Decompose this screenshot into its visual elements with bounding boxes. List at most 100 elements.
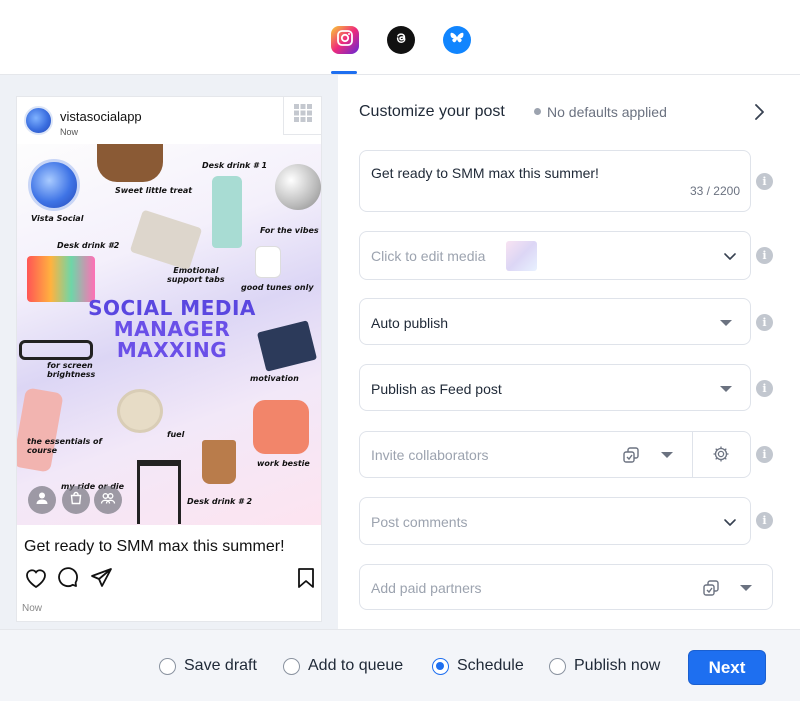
cans-graphic — [27, 256, 95, 302]
media-selector[interactable]: Click to edit media — [359, 231, 751, 280]
caret-down-icon[interactable] — [661, 452, 673, 458]
field-divider — [692, 432, 693, 477]
image-label-vista-social: Vista Social — [31, 214, 84, 223]
bluesky-icon — [449, 30, 465, 51]
info-icon[interactable]: i — [756, 173, 773, 190]
customize-title: Customize your post — [359, 103, 505, 120]
publish-type-value: Publish as Feed post — [371, 381, 502, 397]
caption-text[interactable]: Get ready to SMM max this summer! — [371, 165, 599, 181]
tab-threads[interactable] — [387, 26, 415, 54]
tumbler-graphic — [212, 176, 242, 248]
image-label-good-tunes: good tunes only — [241, 283, 314, 292]
defaults-status: No defaults applied — [534, 104, 667, 120]
image-headline: SOCIAL MEDIA MANAGER MAXXING — [77, 298, 267, 361]
chevron-down-icon[interactable] — [722, 514, 738, 535]
radio-save-draft[interactable] — [159, 657, 176, 675]
info-icon[interactable]: i — [756, 446, 773, 463]
heart-icon[interactable] — [24, 567, 48, 594]
comments-placeholder: Post comments — [371, 514, 468, 530]
info-icon[interactable]: i — [756, 380, 773, 397]
headline-line-2: MANAGER — [113, 317, 231, 341]
image-label-work-bestie: work bestie — [257, 459, 310, 468]
instagram-icon — [336, 29, 354, 52]
work-bestie-graphic — [253, 400, 309, 454]
option-add-to-queue[interactable]: Add to queue — [283, 657, 403, 675]
radio-schedule[interactable] — [432, 657, 449, 675]
shopping-tag-button[interactable] — [62, 486, 90, 514]
vista-social-logo — [28, 159, 80, 211]
image-label-desk-drink-2a: Desk drink #2 — [57, 241, 120, 250]
option-save-draft[interactable]: Save draft — [159, 657, 257, 675]
shopping-bag-icon — [69, 491, 83, 510]
partners-placeholder: Add paid partners — [371, 580, 482, 596]
publish-mode-select[interactable]: Auto publish — [359, 298, 751, 345]
caret-down-icon[interactable] — [720, 320, 732, 326]
threads-icon — [393, 30, 409, 51]
preview-username: vistasocialapp — [60, 109, 142, 124]
defaults-status-text: No defaults applied — [547, 104, 667, 120]
option-label: Save draft — [184, 657, 257, 674]
preview-time: Now — [60, 127, 79, 137]
avatar — [24, 106, 53, 135]
headline-line-1: SOCIAL MEDIA — [88, 296, 256, 320]
publish-type-select[interactable]: Publish as Feed post — [359, 364, 751, 411]
image-label-motivation: motivation — [250, 374, 299, 383]
airpods-graphic — [255, 246, 281, 278]
option-label: Publish now — [574, 657, 661, 674]
publish-mode-value: Auto publish — [371, 315, 449, 331]
info-icon[interactable]: i — [756, 314, 773, 331]
active-tab-indicator — [331, 71, 357, 74]
people-icon — [100, 491, 116, 510]
headline-line-3: MAXXING — [116, 338, 228, 362]
image-label-fuel: fuel — [167, 430, 185, 439]
radio-add-to-queue[interactable] — [283, 657, 300, 675]
info-icon[interactable]: i — [756, 512, 773, 529]
laptop-graphic — [129, 209, 203, 271]
phone-graphic — [17, 387, 64, 473]
comment-icon[interactable] — [56, 567, 80, 594]
disco-ball-graphic — [275, 164, 321, 210]
caret-down-icon[interactable] — [720, 386, 732, 392]
image-label-essentials: the essentials of course — [27, 437, 103, 455]
bookmark-icon[interactable] — [296, 567, 316, 594]
tab-bluesky[interactable] — [443, 26, 471, 54]
post-image: Vista Social Sweet little treat Desk dri… — [17, 144, 321, 525]
instagram-post-preview: vistasocialapp Now Vista Social Sweet li… — [16, 96, 322, 622]
character-counter: 33 / 2200 — [689, 184, 740, 198]
image-label-screen-brightness: for screen brightness — [47, 361, 96, 379]
caption-input[interactable]: Get ready to SMM max this summer! 33 / 2… — [359, 150, 751, 212]
toast-graphic — [117, 389, 163, 433]
tripod-graphic — [137, 460, 181, 524]
chevron-down-icon[interactable] — [722, 248, 738, 269]
collaborators-input[interactable]: Invite collaborators — [359, 431, 751, 478]
tag-people-button[interactable] — [28, 486, 56, 514]
image-label-emotional-support: Emotional support tabs — [167, 266, 225, 284]
tab-instagram[interactable] — [331, 26, 359, 54]
glasses-graphic — [19, 340, 93, 360]
image-label-for-the-vibes: For the vibes — [260, 226, 319, 235]
share-icon[interactable] — [90, 567, 114, 594]
preview-time-bottom: Now — [22, 603, 43, 614]
next-button[interactable]: Next — [688, 650, 766, 685]
post-comments-select[interactable]: Post comments — [359, 497, 751, 545]
caret-down-icon[interactable] — [740, 585, 752, 591]
option-publish-now[interactable]: Publish now — [549, 657, 660, 675]
copy-icon[interactable] — [702, 579, 720, 602]
radio-publish-now[interactable] — [549, 657, 566, 675]
chevron-right-icon[interactable] — [750, 102, 768, 127]
collab-tag-button[interactable] — [94, 486, 122, 514]
grid-icon — [293, 103, 313, 128]
option-label: Schedule — [457, 657, 524, 674]
preview-caption: Get ready to SMM max this summer! — [24, 538, 285, 555]
status-dot — [534, 108, 541, 115]
grid-view-button[interactable] — [283, 97, 321, 135]
option-schedule[interactable]: Schedule — [432, 657, 524, 675]
paid-partners-input[interactable]: Add paid partners — [359, 564, 773, 610]
media-thumbnail[interactable] — [506, 241, 537, 271]
gear-icon[interactable] — [712, 445, 730, 468]
action-bar: Save draft Add to queue Schedule Publish… — [0, 629, 800, 701]
copy-icon[interactable] — [622, 446, 640, 469]
media-placeholder: Click to edit media — [371, 248, 486, 264]
post-actions — [24, 567, 314, 591]
info-icon[interactable]: i — [756, 247, 773, 264]
